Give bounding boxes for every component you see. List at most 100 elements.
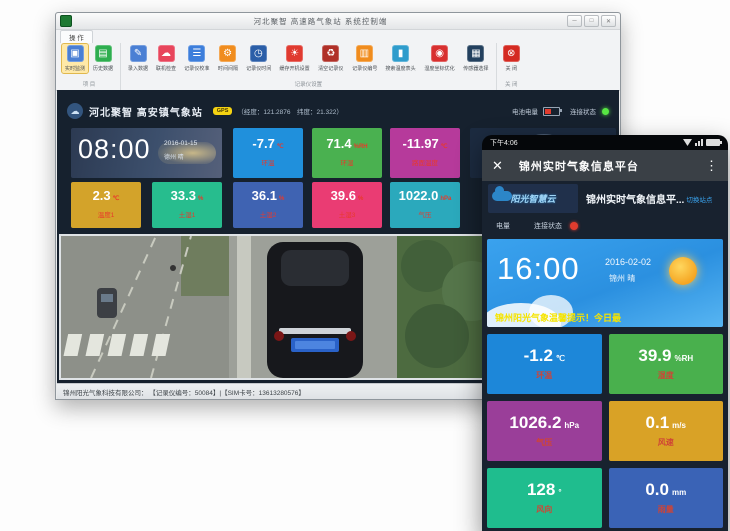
wifi-icon (683, 139, 692, 146)
clock-time: 08:00 (78, 134, 151, 165)
station-name: 河北聚智 高安镇气象站 (89, 104, 203, 119)
phone-status-bar: 下午4:06 (482, 135, 728, 150)
toolbar-button-history-data[interactable]: ▤ 历史数据 (90, 44, 116, 73)
window-title: 河北聚智 高速路气象站 系统控制端 (76, 16, 565, 27)
phone-tile-rainfall: 0.0mm 雨量 (609, 468, 724, 528)
power-icon: ⊗ (503, 45, 520, 62)
tile-soil-moisture-1: 33.3% 土湿1 (152, 182, 222, 228)
clock-tile: 08:00 2016-01-15 德州 晴 (71, 128, 222, 178)
notebook-icon: ▥ (356, 45, 373, 62)
connection-label: 连接状态 (570, 106, 596, 116)
toolbar-button-cache-boot-setting[interactable]: ☀ 缓存开机设置 (276, 44, 313, 73)
phone-clock-city: 锦州 晴 (609, 273, 635, 284)
phone-tile-wind-direction: 128° 风向 (487, 468, 602, 528)
toolbar: ▣ 实时监测 ▤ 历史数据 项 目 ✎ 录入数据 (58, 43, 618, 90)
gps-coordinates: （经度：121.2876 纬度：21.322） (237, 106, 343, 116)
phone-clock-time: 16:00 (497, 251, 580, 287)
connection-status-dot (602, 108, 609, 115)
clock-date: 2016-01-15 (164, 140, 197, 147)
phone-connection-label: 连接状态 (534, 221, 562, 231)
station-logo-icon: ☁ (67, 103, 83, 119)
thermometer-icon: ▮ (392, 45, 409, 62)
list-icon: ☰ (188, 45, 205, 62)
close-icon[interactable]: ✕ (492, 158, 503, 174)
history-icon: ▤ (95, 45, 112, 62)
phone-connection-dot (570, 222, 578, 230)
tile-soil-moisture-2: 36.1% 土湿2 (233, 182, 303, 228)
phone-overlay: 下午4:06 ✕ 锦州实时气象信息平台 ⋮ 阳光智慧云 锦州实时气象信息平...… (482, 135, 728, 531)
weather-ticker: 锦州阳光气象温馨提示！今日最 (495, 311, 723, 324)
tile-ambient-humidity: 71.4%RH 环湿 (312, 128, 382, 178)
tile-road-surface-temp: -11.97℃ 路面温度 (390, 128, 460, 178)
toolbar-button-logger-id[interactable]: ▥ 记录仪编号 (349, 44, 381, 73)
phone-app-body: 阳光智慧云 锦州实时气象信息平... 切换站点 电量 连接状态 16:00 20… (482, 181, 728, 531)
phone-tile-grid: -1.2℃ 环温 39.9%RH 湿度 1026.2hPa 气压 0.1m/s … (487, 334, 723, 528)
tile-temperature-1: 2.3℃ 温度1 (71, 182, 141, 228)
toolbar-button-import-data[interactable]: ✎ 录入数据 (125, 44, 151, 73)
phone-tile-humidity: 39.9%RH 湿度 (609, 334, 724, 394)
toolbar-button-logger-time[interactable]: ◷ 记录仪时间 (243, 44, 275, 73)
phone-battery-label: 电量 (496, 221, 510, 231)
phone-nav-bar: ✕ 锦州实时气象信息平台 ⋮ (482, 150, 728, 181)
clock-city: 德州 晴 (164, 152, 184, 161)
group-label-close: 关 闭 (500, 81, 523, 90)
minimize-button[interactable]: ─ (567, 15, 582, 27)
battery-icon (543, 107, 560, 116)
menu-tab-operations[interactable]: 操 作 (60, 30, 93, 43)
gps-badge: GPS (213, 107, 233, 115)
toolbar-group-close: ⊗ 关 闭 关 闭 (497, 43, 526, 90)
grid-icon: ▦ (467, 45, 484, 62)
toolbar-button-realtime-monitor[interactable]: ▣ 实时监测 (62, 44, 88, 73)
phone-clock-card: 16:00 2016-02-02 锦州 晴 锦州阳光气象温馨提示！今日最 (487, 239, 723, 327)
cloud-icon: ☁ (158, 45, 175, 62)
app-icon (60, 15, 72, 27)
phone-tile-ambient-temp: -1.2℃ 环温 (487, 334, 602, 394)
phone-connection-row: 电量 连接状态 (482, 216, 728, 236)
camera-feed-1[interactable] (61, 236, 229, 378)
phone-tile-pressure: 1026.2hPa 气压 (487, 401, 602, 461)
signal-icon (695, 139, 703, 146)
more-menu-icon[interactable]: ⋮ (705, 158, 718, 174)
trash-icon: ♻ (322, 45, 339, 62)
screenshot-stage: 河北聚智 高速路气象站 系统控制端 ─ □ ✕ 操 作 ▣ 实时监测 ▤ 历史数… (0, 0, 730, 531)
brand-logo: 阳光智慧云 (488, 184, 578, 213)
maximize-button[interactable]: □ (584, 15, 599, 27)
station-header: ☁ 河北聚智 高安镇气象站 GPS （经度：121.2876 纬度：21.322… (67, 99, 609, 123)
battery-label: 电池电量 (512, 106, 538, 116)
tile-soil-moisture-3: 39.6% 土湿3 (312, 182, 382, 228)
toolbar-button-logger-calibration[interactable]: ☰ 记录仪校准 (181, 44, 213, 73)
gauge-icon: ◉ (431, 45, 448, 62)
toolbar-button-time-interval[interactable]: ⚙ 时间间隔 (215, 44, 241, 73)
group-label-logger-settings: 记录仪设置 (124, 81, 493, 90)
phone-tile-wind-speed: 0.1m/s 风速 (609, 401, 724, 461)
group-label-project: 项 目 (61, 81, 117, 90)
sun-icon: ☀ (286, 45, 303, 62)
clock-icon: ◷ (250, 45, 267, 62)
brand-cloud-icon (492, 191, 512, 201)
camera-feed-2[interactable] (229, 236, 397, 378)
toolbar-button-close-app[interactable]: ⊗ 关 闭 (501, 44, 522, 73)
tile-ambient-temp: -7.7℃ 环温 (233, 128, 303, 178)
gear-icon: ⚙ (219, 45, 236, 62)
toolbar-button-clear-logger[interactable]: ♻ 清空记录仪 (315, 44, 347, 73)
phone-station-title: 锦州实时气象信息平... (586, 191, 684, 206)
phone-app-header: 阳光智慧云 锦州实时气象信息平... 切换站点 (482, 181, 728, 216)
tile-air-pressure: 1022.0hPa 气压 (390, 182, 460, 228)
toolbar-button-humidity-coordinate[interactable]: ◉ 湿度坐标优化 (421, 44, 458, 73)
toolbar-group-project: ▣ 实时监测 ▤ 历史数据 项 目 (58, 43, 121, 90)
sun-icon (669, 257, 697, 285)
switch-station-link[interactable]: 切换站点 (686, 194, 712, 204)
ribbon: 操 作 ▣ 实时监测 ▤ 历史数据 项 目 (56, 30, 620, 91)
toolbar-group-logger-settings: ✎ 录入数据 ☁ 联机检查 ☰ 记录仪校准 ⚙ (121, 43, 497, 90)
toolbar-button-online-check[interactable]: ☁ 联机检查 (153, 44, 179, 73)
phone-page-title: 锦州实时气象信息平台 (519, 158, 639, 174)
phone-clock-date: 2016-02-02 (605, 257, 651, 267)
monitor-icon: ▣ (67, 45, 84, 62)
phone-time: 下午4:06 (490, 138, 518, 148)
toolbar-button-search-temp-probe[interactable]: ▮ 搜索温度表头 (382, 44, 419, 73)
phone-battery-icon (706, 139, 720, 146)
toolbar-button-sensor-select[interactable]: ▦ 传感器选择 (460, 44, 492, 73)
pencil-icon: ✎ (130, 45, 147, 62)
title-bar: 河北聚智 高速路气象站 系统控制端 ─ □ ✕ (56, 13, 620, 30)
close-button[interactable]: ✕ (601, 15, 616, 27)
